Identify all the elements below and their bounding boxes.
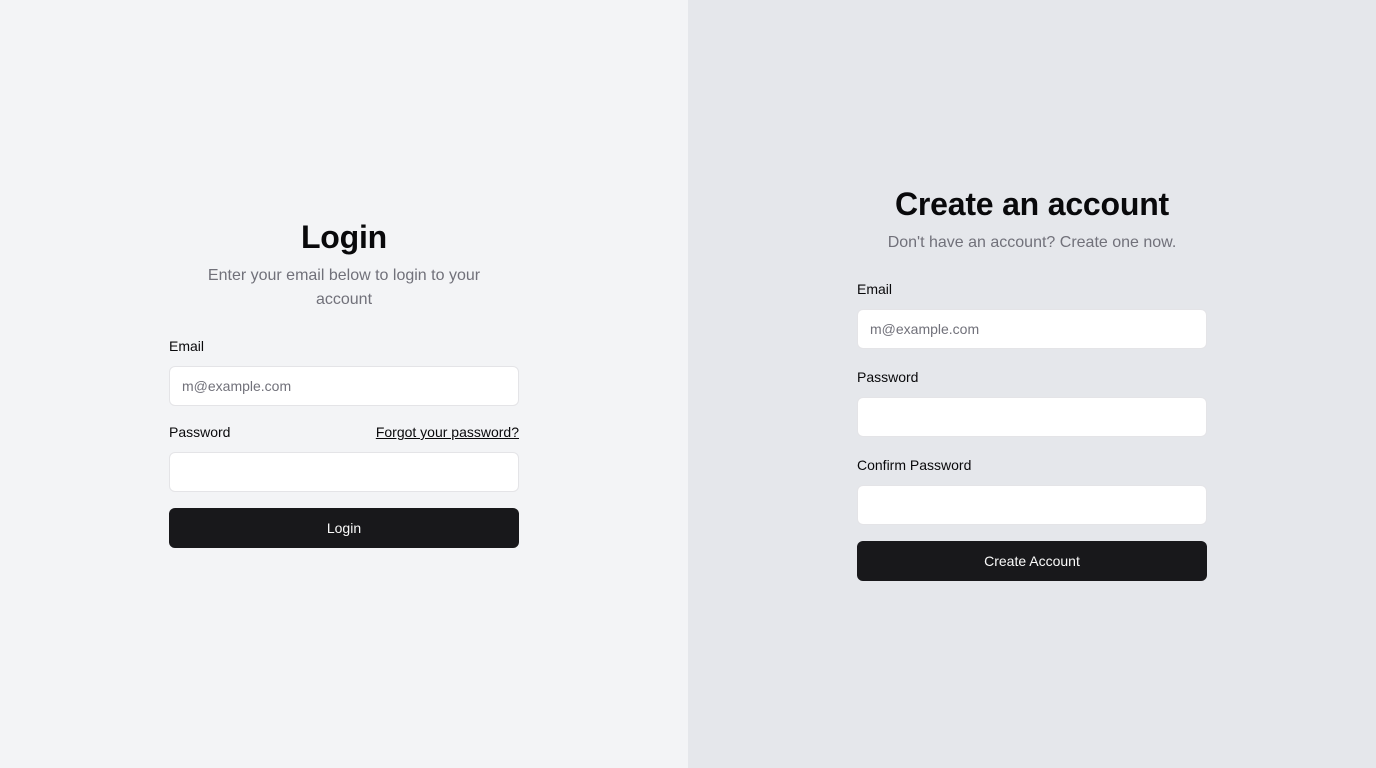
login-password-group: Password Forgot your password? — [169, 422, 519, 492]
login-email-input[interactable] — [169, 366, 519, 406]
create-account-button[interactable]: Create Account — [857, 541, 1207, 581]
auth-page: Login Enter your email below to login to… — [0, 0, 1376, 768]
signup-form: Create an account Don't have an account?… — [857, 184, 1207, 581]
login-email-label-row: Email — [169, 336, 519, 356]
login-email-group: Email — [169, 336, 519, 406]
signup-password-label-row: Password — [857, 367, 1207, 387]
signup-confirm-label: Confirm Password — [857, 457, 972, 473]
signup-email-label-row: Email — [857, 279, 1207, 299]
signup-password-label: Password — [857, 369, 919, 385]
signup-email-group: Email — [857, 279, 1207, 349]
login-email-label: Email — [169, 338, 205, 354]
signup-confirm-password-input[interactable] — [857, 485, 1207, 525]
login-title: Login — [300, 219, 388, 255]
forgot-password-link[interactable]: Forgot your password? — [376, 422, 519, 442]
signup-subtitle: Don't have an account? Create one now. — [887, 234, 1177, 251]
login-password-label: Password — [169, 424, 231, 440]
signup-confirm-group: Confirm Password — [857, 455, 1207, 525]
login-form: Login Enter your email below to login to… — [169, 217, 519, 548]
login-password-label-row: Password Forgot your password? — [169, 422, 519, 442]
login-button[interactable]: Login — [169, 508, 519, 548]
login-password-input[interactable] — [169, 452, 519, 492]
signup-title: Create an account — [894, 186, 1170, 222]
signup-email-input[interactable] — [857, 309, 1207, 349]
signup-confirm-label-row: Confirm Password — [857, 455, 1207, 475]
signup-email-label: Email — [857, 281, 893, 297]
signup-password-group: Password — [857, 367, 1207, 437]
signup-panel: Create an account Don't have an account?… — [688, 0, 1376, 768]
login-panel: Login Enter your email below to login to… — [0, 0, 688, 768]
login-subtitle: Enter your email below to login to your … — [207, 267, 481, 308]
signup-password-input[interactable] — [857, 397, 1207, 437]
